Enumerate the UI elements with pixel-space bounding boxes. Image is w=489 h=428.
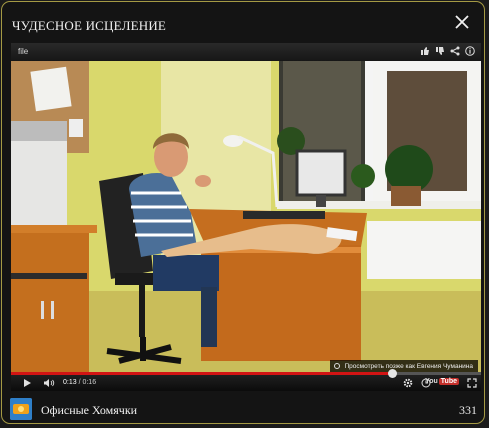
- video-scene-image: [11, 61, 481, 375]
- settings-gear-icon[interactable]: [403, 378, 413, 388]
- player-controls: 0:13 / 0:16 You Tube: [11, 369, 481, 391]
- youtube-logo[interactable]: You Tube: [425, 378, 459, 385]
- channel-name[interactable]: Офисные Хомячки: [41, 403, 137, 418]
- play-icon[interactable]: [23, 378, 32, 388]
- thumbs-up-icon[interactable]: [420, 46, 430, 56]
- modal-title: ЧУДЕСНОЕ ИСЦЕЛЕНИЕ: [12, 18, 167, 33]
- close-icon[interactable]: [454, 14, 470, 30]
- progress-handle[interactable]: [387, 369, 397, 378]
- player-title-bar: file: [11, 43, 481, 61]
- youtube-logo-you: You: [425, 378, 438, 385]
- fullscreen-icon[interactable]: [467, 378, 477, 388]
- view-count: 331: [459, 403, 477, 417]
- youtube-logo-tube: Tube: [438, 378, 459, 385]
- time-total: 0:16: [82, 379, 97, 386]
- info-icon[interactable]: [465, 46, 475, 56]
- time-display: 0:13 / 0:16: [63, 379, 96, 386]
- progress-fill: [11, 372, 392, 375]
- player-title[interactable]: file: [18, 47, 28, 56]
- video-frame[interactable]: Просмотреть позже как Евгения Чуманина: [11, 61, 481, 375]
- thumbs-down-icon[interactable]: [435, 46, 445, 56]
- time-current: 0:13: [63, 379, 77, 386]
- volume-icon[interactable]: [43, 378, 55, 388]
- channel-avatar[interactable]: [10, 398, 32, 420]
- share-icon[interactable]: [450, 46, 460, 56]
- video-player[interactable]: file Просмотреть позже как Евгения Чуман…: [11, 43, 481, 391]
- progress-bar[interactable]: [11, 369, 481, 378]
